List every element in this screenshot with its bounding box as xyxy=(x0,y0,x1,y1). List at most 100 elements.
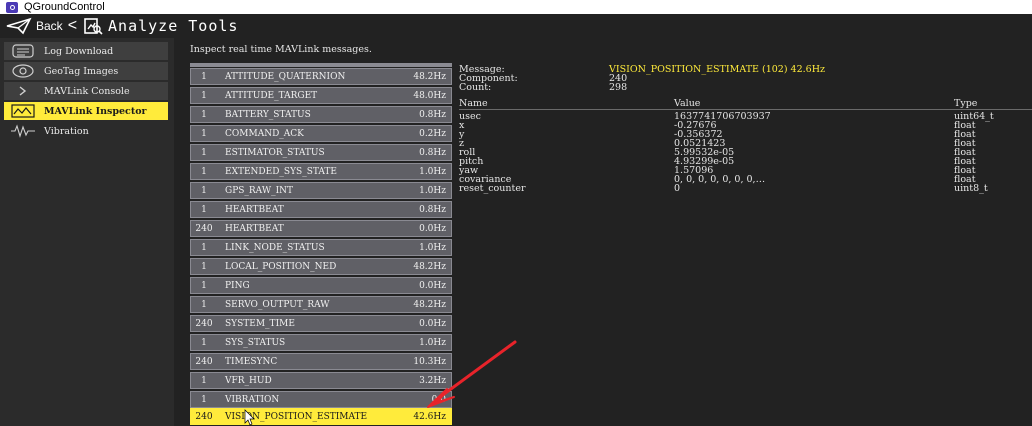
message-row[interactable]: 240 SYSTEM_TIME 0.0Hz xyxy=(190,315,452,332)
field-row: reset_counter 0 uint8_t xyxy=(459,184,1032,194)
message-component: 1 xyxy=(201,204,207,215)
message-rate: 0.0Hz xyxy=(419,223,446,234)
message-row[interactable]: 1 LOCAL_POSITION_NED 48.2Hz xyxy=(190,258,452,275)
message-component: 1 xyxy=(201,147,207,158)
message-row[interactable]: 1 GPS_RAW_INT 1.0Hz xyxy=(190,182,452,199)
message-rate: 1.0Hz xyxy=(419,166,446,177)
message-name: LINK_NODE_STATUS xyxy=(225,242,325,253)
message-component: 1 xyxy=(201,71,207,82)
message-row[interactable]: 1 LINK_NODE_STATUS 1.0Hz xyxy=(190,239,452,256)
message-name: SERVO_OUTPUT_RAW xyxy=(225,299,330,310)
window-titlebar: QGroundControl xyxy=(0,0,1032,14)
message-component: 1 xyxy=(201,337,207,348)
message-row[interactable]: 1 ATTITUDE_QUATERNION 48.2Hz xyxy=(190,68,452,85)
sidebar-item-mavlink-console[interactable]: MAVLink Console xyxy=(4,82,168,100)
message-component: 240 xyxy=(195,318,213,329)
column-header-name: Name xyxy=(459,98,488,109)
sidebar-item-label: MAVLink Console xyxy=(44,85,130,97)
vibration-wave-icon xyxy=(11,124,35,138)
message-name: TIMESYNC xyxy=(225,356,278,367)
message-name: EXTENDED_SYS_STATE xyxy=(225,166,337,177)
message-name: SYS_STATUS xyxy=(225,337,286,348)
message-component: 240 xyxy=(195,223,213,234)
message-value: VISION_POSITION_ESTIMATE (102) 42.6Hz xyxy=(609,64,826,75)
app-title: QGroundControl xyxy=(24,1,105,13)
message-rate: 48.2Hz xyxy=(413,261,446,272)
message-rate: 0.0Hz xyxy=(419,318,446,329)
message-rate: 1.0Hz xyxy=(419,185,446,196)
back-chevron[interactable]: < xyxy=(68,18,77,34)
message-component: 1 xyxy=(201,128,207,139)
instruction-text: Inspect real time MAVLink messages. xyxy=(190,44,372,55)
message-rate: 10.3Hz xyxy=(413,356,446,367)
message-rate: 1.0Hz xyxy=(419,242,446,253)
log-list-icon xyxy=(12,44,34,58)
column-header-value: Value xyxy=(674,98,701,109)
sidebar-item-mavlink-inspector[interactable]: MAVLink Inspector xyxy=(4,102,168,120)
sidebar: Log Download GeoTag Images MAVLink Conso… xyxy=(0,38,174,426)
paper-plane-icon[interactable] xyxy=(6,17,32,35)
message-name: ESTIMATOR_STATUS xyxy=(225,147,325,158)
message-name: VISION_POSITION_ESTIMATE xyxy=(225,411,368,422)
message-component: 1 xyxy=(201,90,207,101)
message-name: PING xyxy=(225,280,250,291)
sidebar-item-log-download[interactable]: Log Download xyxy=(4,42,168,60)
message-row[interactable]: 1 SERVO_OUTPUT_RAW 48.2Hz xyxy=(190,296,452,313)
console-chevron-icon xyxy=(19,86,27,96)
message-rate: 0.2Hz xyxy=(419,128,446,139)
message-list[interactable]: 1 ATTITUDE_QUATERNION 48.2Hz 1 ATTITUDE_… xyxy=(190,63,452,425)
message-row-selected[interactable]: 240 VISION_POSITION_ESTIMATE 42.6Hz xyxy=(190,408,452,425)
message-row[interactable]: 240 TIMESYNC 10.3Hz xyxy=(190,353,452,370)
qgc-logo-icon xyxy=(6,1,18,13)
message-rate: 3.2Hz xyxy=(419,375,446,386)
message-row[interactable]: 1 VIBRATION 0.0 xyxy=(190,391,452,408)
message-name: HEARTBEAT xyxy=(225,223,284,234)
message-row[interactable]: 1 EXTENDED_SYS_STATE 1.0Hz xyxy=(190,163,452,180)
message-name: COMMAND_ACK xyxy=(225,128,304,139)
count-info-row: Count: 298 xyxy=(459,83,627,93)
message-name: GPS_RAW_INT xyxy=(225,185,294,196)
sidebar-item-label: MAVLink Inspector xyxy=(44,105,147,117)
message-component: 1 xyxy=(201,109,207,120)
message-name: ATTITUDE_QUATERNION xyxy=(225,71,346,82)
page-title: Analyze Tools xyxy=(108,17,239,35)
field-type: uint8_t xyxy=(954,183,988,194)
count-value: 298 xyxy=(609,82,628,93)
message-name: ATTITUDE_TARGET xyxy=(225,90,318,101)
toolbar-header: Back < Analyze Tools xyxy=(0,14,1032,38)
sidebar-item-label: Vibration xyxy=(44,125,89,137)
message-rate: 1.0Hz xyxy=(419,337,446,348)
message-name: HEARTBEAT xyxy=(225,204,284,215)
column-header-type: Type xyxy=(954,98,978,109)
field-table-header: Name Value Type xyxy=(459,99,1032,110)
count-label: Count: xyxy=(459,82,492,93)
message-component: 240 xyxy=(195,356,213,367)
message-row[interactable]: 1 SYS_STATUS 1.0Hz xyxy=(190,334,452,351)
message-row[interactable]: 240 HEARTBEAT 0.0Hz xyxy=(190,220,452,237)
message-name: VFR_HUD xyxy=(225,375,272,386)
message-row[interactable]: 1 COMMAND_ACK 0.2Hz xyxy=(190,125,452,142)
geotag-icon xyxy=(12,64,34,78)
sidebar-item-geotag-images[interactable]: GeoTag Images xyxy=(4,62,168,80)
sidebar-item-label: Log Download xyxy=(44,45,114,57)
field-value: 0 xyxy=(674,183,681,194)
back-button[interactable]: Back xyxy=(36,19,63,33)
message-rate: 42.6Hz xyxy=(413,411,446,422)
sidebar-item-vibration[interactable]: Vibration xyxy=(4,122,168,140)
message-detail-panel: Message: VISION_POSITION_ESTIMATE (102) … xyxy=(459,64,1032,224)
message-rate: 0.0 xyxy=(431,394,446,405)
message-row[interactable]: 1 VFR_HUD 3.2Hz xyxy=(190,372,452,389)
message-component: 1 xyxy=(201,166,207,177)
message-row[interactable]: 1 PING 0.0Hz xyxy=(190,277,452,294)
message-component: 1 xyxy=(201,394,207,405)
sidebar-item-label: GeoTag Images xyxy=(44,65,119,77)
message-rate: 0.8Hz xyxy=(419,204,446,215)
message-rate: 48.2Hz xyxy=(413,299,446,310)
message-component: 1 xyxy=(201,375,207,386)
message-row[interactable]: 1 BATTERY_STATUS 0.8Hz xyxy=(190,106,452,123)
message-component: 1 xyxy=(201,280,207,291)
message-row[interactable]: 1 ATTITUDE_TARGET 48.0Hz xyxy=(190,87,452,104)
message-component: 240 xyxy=(195,411,213,422)
message-row[interactable]: 1 HEARTBEAT 0.8Hz xyxy=(190,201,452,218)
message-row[interactable]: 1 ESTIMATOR_STATUS 0.8Hz xyxy=(190,144,452,161)
